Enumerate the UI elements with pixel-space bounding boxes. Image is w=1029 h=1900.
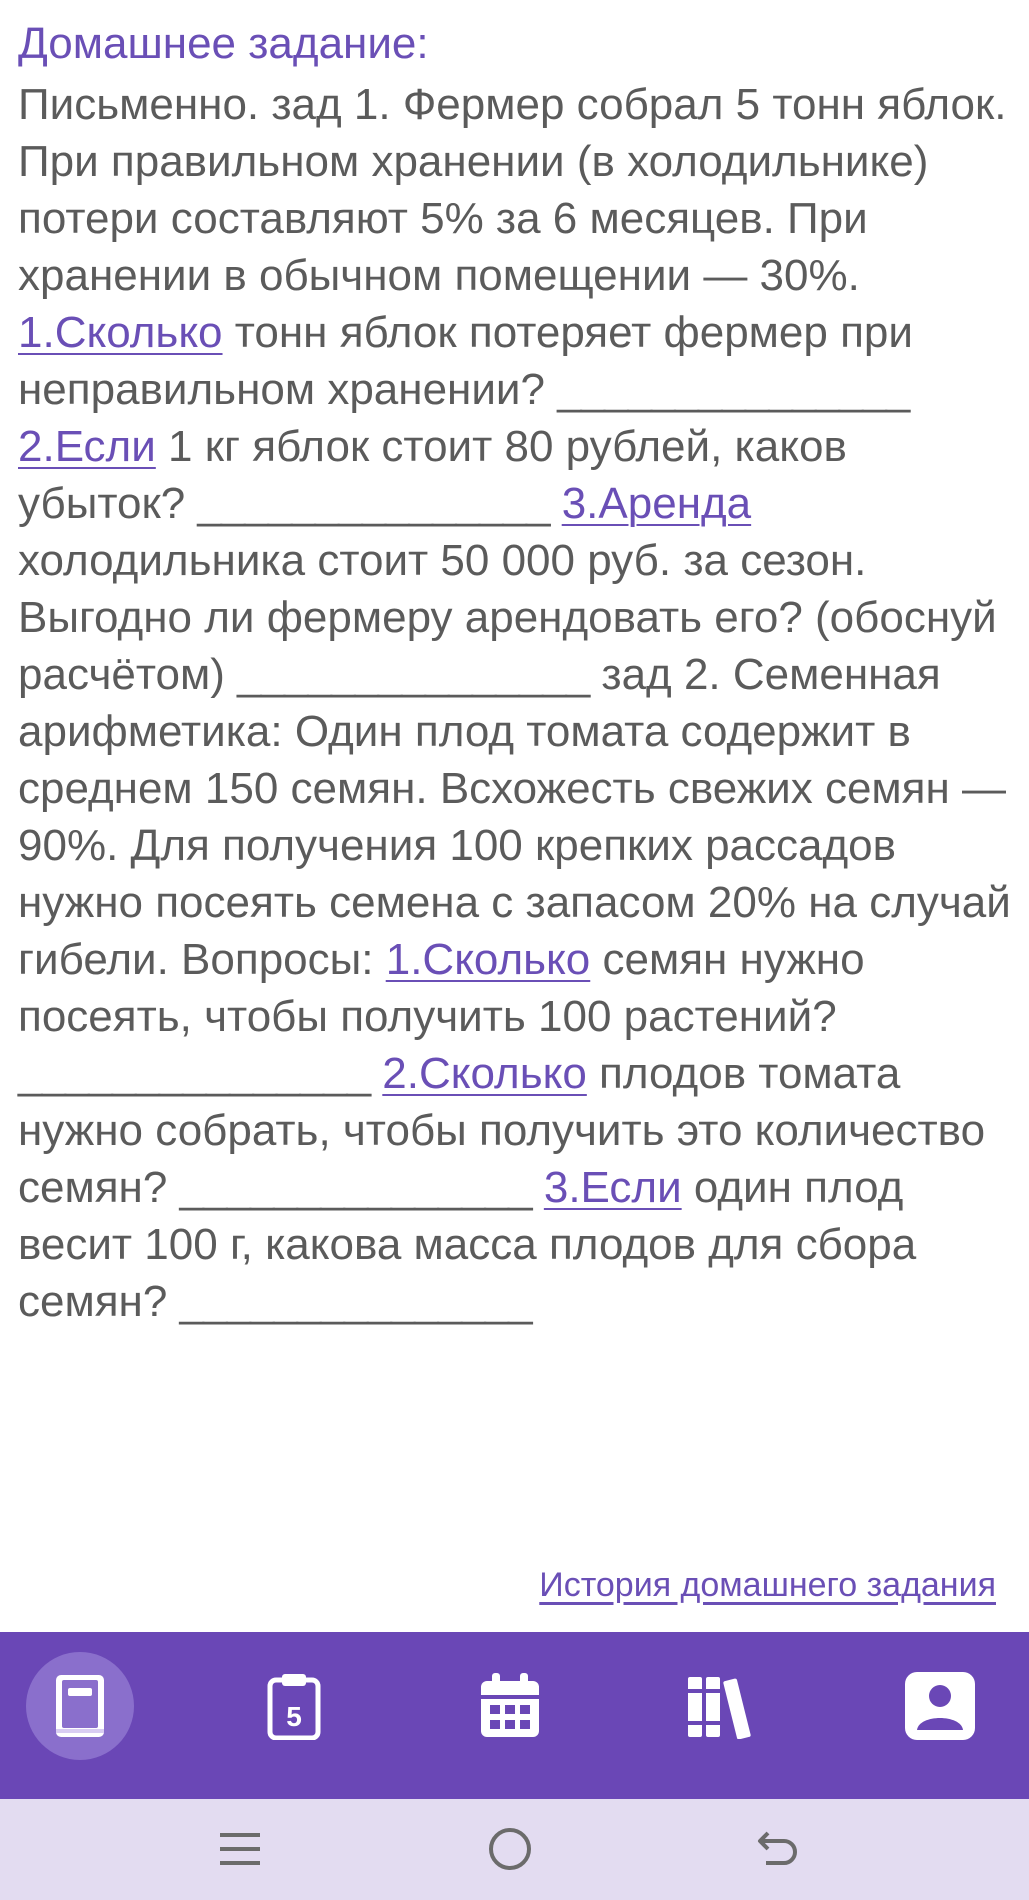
answer-blank: _______________ [557, 365, 910, 414]
library-icon [688, 1677, 751, 1739]
profile-icon [905, 1672, 975, 1740]
homework-text-segment: Письменно. зад 1. Фермер собрал 5 тонн я… [18, 80, 1007, 300]
answer-blank: _______________ [179, 1277, 533, 1326]
nav-item-grades[interactable]: 5 [240, 1652, 348, 1760]
back-button[interactable] [748, 1823, 808, 1875]
bottom-navigation-bar: 5 [0, 1632, 1029, 1799]
question-link[interactable]: 2.Сколько [382, 1049, 587, 1098]
homework-history-link[interactable]: История домашнего задания [539, 1566, 996, 1605]
calendar-icon [481, 1673, 539, 1737]
answer-blank: _______________ [179, 1163, 533, 1212]
homework-title: Домашнее задание: [18, 19, 429, 68]
question-link[interactable]: 1.Сколько [386, 935, 591, 984]
system-navigation-bar [0, 1799, 1029, 1900]
home-button[interactable] [480, 1823, 540, 1875]
homework-text-segment [532, 1163, 544, 1212]
homework-text-segment: зад 2. Семенная арифметика: Один плод то… [18, 650, 1011, 984]
book-icon [56, 1675, 104, 1737]
question-link[interactable]: 2.Если [18, 422, 156, 471]
grade-clipboard-icon: 5 [267, 1674, 321, 1740]
homework-text: Письменно. зад 1. Фермер собрал 5 тонн я… [18, 76, 1018, 1330]
nav-item-schedule[interactable] [456, 1652, 564, 1760]
answer-blank: _______________ [197, 479, 550, 528]
homework-text-segment [549, 479, 561, 528]
question-link[interactable]: 1.Сколько [18, 308, 223, 357]
home-icon [489, 1828, 531, 1870]
recent-apps-icon [220, 1833, 260, 1865]
back-icon [758, 1831, 797, 1865]
nav-item-homework[interactable] [26, 1652, 134, 1760]
answer-blank: _______________ [237, 650, 590, 699]
question-link[interactable]: 3.Аренда [562, 479, 751, 528]
homework-text-segment [370, 1049, 382, 1098]
svg-text:5: 5 [286, 1701, 302, 1732]
recent-apps-button[interactable] [210, 1823, 270, 1875]
nav-item-profile[interactable] [886, 1652, 994, 1760]
nav-item-library[interactable] [670, 1652, 778, 1760]
question-link[interactable]: 3.Если [544, 1163, 682, 1212]
answer-blank: _______________ [18, 1049, 371, 1098]
homework-section: Домашнее задание: Письменно. зад 1. Ферм… [18, 14, 1018, 1330]
